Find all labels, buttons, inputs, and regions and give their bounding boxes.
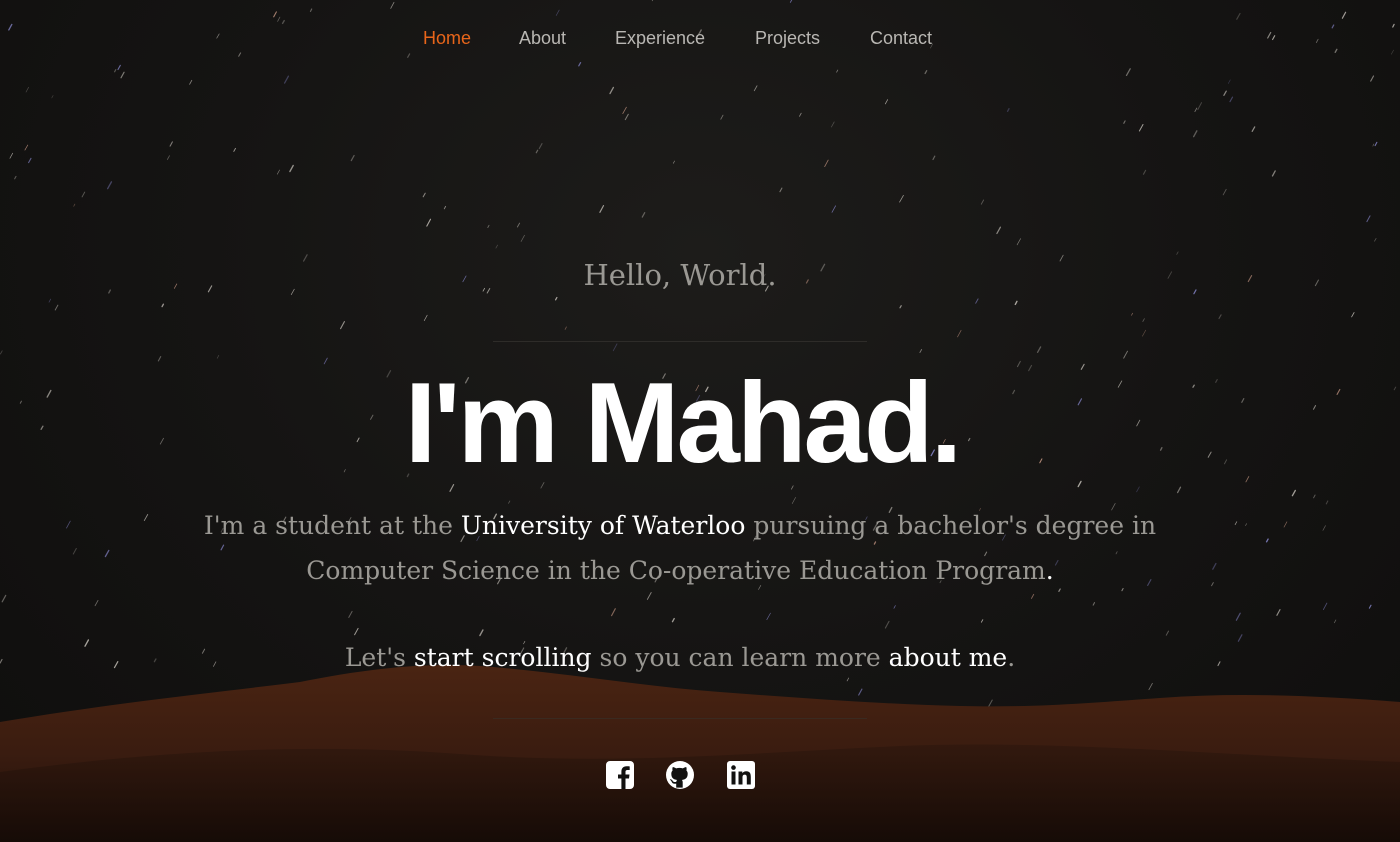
cta-text-middle: so you can learn more bbox=[591, 643, 889, 672]
facebook-icon[interactable] bbox=[605, 760, 635, 790]
about-me-link[interactable]: about me bbox=[889, 643, 1008, 672]
cta-text-start: Let's bbox=[344, 643, 414, 672]
intro-text-start: I'm a student at the bbox=[203, 511, 461, 540]
university-name: University of Waterloo bbox=[460, 511, 746, 540]
hero-section: Hello, World. I'm Mahad. I'm a student a… bbox=[0, 0, 1400, 842]
intro-period: . bbox=[1045, 556, 1054, 585]
page-title: I'm Mahad. bbox=[404, 360, 963, 487]
social-links bbox=[0, 760, 1360, 792]
greeting-text: Hello, World. bbox=[583, 258, 777, 292]
divider-top bbox=[493, 341, 867, 342]
cta-period: . bbox=[1007, 643, 1016, 672]
divider-bottom bbox=[493, 718, 867, 719]
start-scrolling-link[interactable]: start scrolling bbox=[414, 643, 592, 672]
github-icon[interactable] bbox=[665, 760, 695, 790]
linkedin-icon[interactable] bbox=[726, 760, 756, 790]
intro-paragraph: I'm a student at the University of Water… bbox=[180, 503, 1180, 593]
scroll-cta: Let's start scrolling so you can learn m… bbox=[180, 638, 1180, 678]
